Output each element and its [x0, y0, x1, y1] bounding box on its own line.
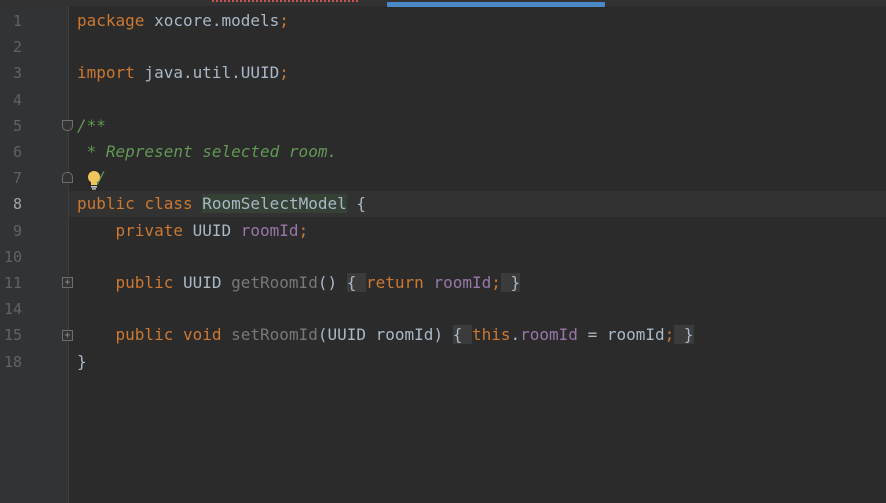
line-number: 8	[12, 195, 22, 214]
code-line[interactable]: public UUID getRoomId() { return roomId;…	[77, 270, 521, 296]
line-number: 9	[12, 221, 22, 240]
line-number: 2	[12, 38, 22, 57]
code-token: private	[115, 220, 183, 240]
line-number: 18	[3, 352, 22, 371]
code-token: public	[77, 194, 135, 214]
line-number: 5	[12, 116, 22, 135]
line-number: 3	[12, 64, 22, 83]
code-line[interactable]: /**	[77, 113, 106, 139]
line-number: 7	[12, 169, 22, 188]
code-token: {	[452, 325, 472, 345]
code-token: public	[115, 273, 174, 292]
code-line[interactable]: package xocore.models;	[77, 8, 289, 34]
code-token: ;	[491, 273, 501, 292]
code-token: getRoomId	[231, 273, 318, 292]
code-token: class	[144, 194, 193, 214]
line-number: 10	[3, 247, 22, 266]
code-token: = roomId	[577, 325, 665, 345]
code-token: ()	[317, 273, 347, 292]
code-token: package	[77, 11, 145, 30]
code-token: .	[510, 325, 521, 345]
code-token: ;	[664, 325, 675, 345]
code-token: /**	[77, 115, 106, 135]
code-token: }	[500, 273, 521, 292]
code-token: roomId	[433, 273, 492, 292]
code-token: }	[77, 351, 87, 371]
code-token: UUID	[173, 273, 232, 292]
fold-expand-icon[interactable]: +	[62, 330, 73, 341]
code-token: (UUID roomId)	[317, 325, 453, 345]
code-token: {	[346, 194, 367, 214]
code-line[interactable]: public void setRoomId(UUID roomId) { thi…	[77, 322, 694, 348]
fold-start-icon[interactable]	[62, 120, 73, 131]
fold-expand-icon[interactable]: +	[62, 277, 73, 288]
code-token: void	[182, 325, 222, 345]
code-token: setRoomId	[231, 325, 318, 345]
lightbulb-icon[interactable]	[86, 170, 102, 190]
line-number: 4	[12, 90, 22, 109]
line-number: 6	[12, 143, 22, 161]
code-token: roomId	[520, 325, 578, 345]
code-token: * Represent selected room.	[77, 142, 338, 161]
code-token: }	[674, 325, 694, 345]
code-line[interactable]: * Represent selected room.	[77, 139, 337, 165]
code-line[interactable]: import java.util.UUID;	[77, 60, 289, 86]
code-token: xocore.models	[144, 11, 280, 30]
code-token: ;	[279, 63, 289, 83]
line-number: 14	[3, 300, 22, 319]
code-editor[interactable]: 1 2 3 4 5 6 7 8 9 10 11 14 15 18 package xocore.model…	[0, 0, 886, 503]
code-token: roomId	[240, 220, 299, 240]
code-token: {	[346, 273, 366, 292]
line-number: 1	[12, 12, 22, 30]
code-token: RoomSelectModel	[202, 194, 347, 214]
fold-end-icon[interactable]	[62, 172, 73, 183]
code-token: import	[77, 63, 135, 83]
code-token: return	[366, 273, 424, 292]
line-number: 11	[3, 274, 22, 292]
error-underline	[212, 0, 358, 2]
code-token: ;	[298, 220, 309, 240]
code-token: public	[115, 325, 174, 345]
code-token: java.util.UUID	[134, 63, 280, 83]
code-token: UUID	[182, 220, 241, 240]
code-line[interactable]: public class RoomSelectModel {	[77, 191, 366, 217]
line-number: 15	[3, 326, 22, 345]
editor-tab-strip	[0, 0, 886, 7]
code-token: ;	[279, 11, 289, 30]
horizontal-scrollbar-thumb[interactable]	[387, 2, 605, 7]
code-token: this	[471, 325, 511, 345]
code-line[interactable]: private UUID roomId;	[77, 218, 309, 244]
code-line[interactable]: }	[77, 349, 87, 375]
